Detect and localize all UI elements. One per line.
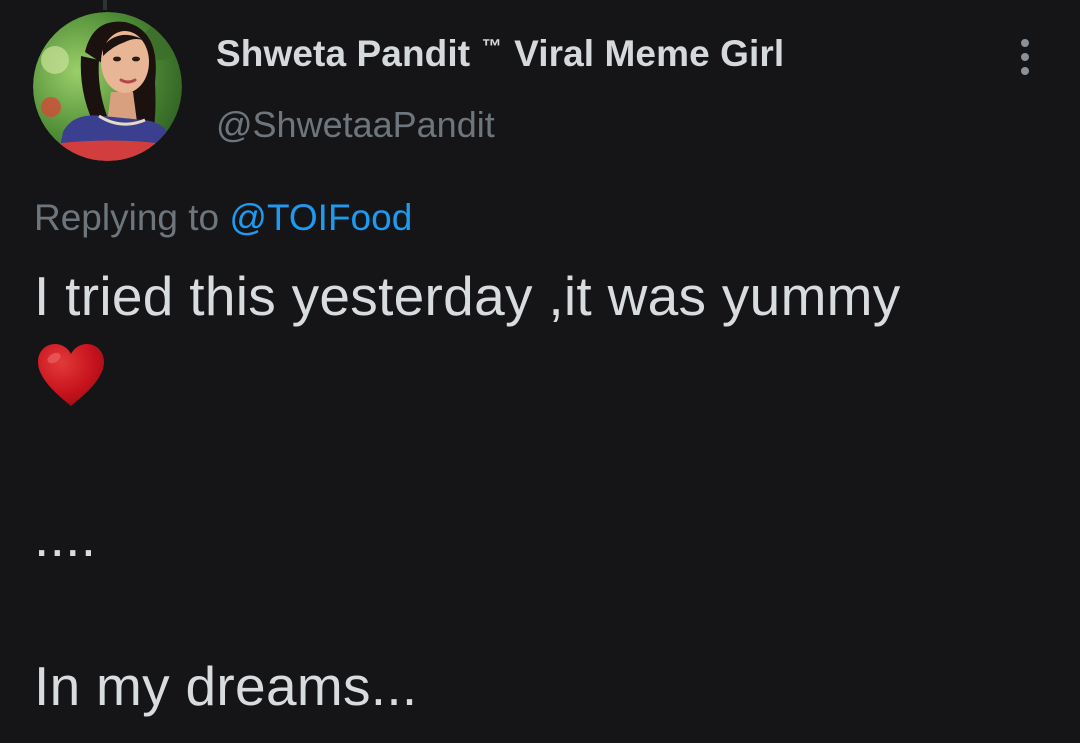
heart-emoji-icon bbox=[38, 344, 104, 406]
reply-prefix: Replying to bbox=[34, 197, 220, 238]
author-avatar[interactable] bbox=[33, 12, 182, 161]
tweet-text-line: I tried this yesterday ,it was yummy bbox=[34, 265, 901, 327]
author-handle[interactable]: @ShwetaaPandit bbox=[216, 104, 495, 146]
tweet-text-ellipsis: .... bbox=[34, 506, 97, 568]
display-name-first: Shweta Pandit bbox=[216, 33, 471, 74]
tweet-text-line: In my dreams... bbox=[34, 655, 418, 717]
tweet: Shweta Pandit ™ Viral Meme Girl @Shwetaa… bbox=[0, 0, 1080, 743]
reply-mention-link[interactable]: @TOIFood bbox=[229, 197, 412, 238]
reply-context: Replying to @TOIFood bbox=[34, 197, 412, 239]
display-name-suffix: Viral Meme Girl bbox=[514, 33, 785, 74]
thread-connector-line bbox=[103, 0, 107, 10]
more-options-button[interactable] bbox=[1010, 37, 1040, 77]
trademark-symbol: ™ bbox=[481, 36, 502, 58]
author-display-name[interactable]: Shweta Pandit ™ Viral Meme Girl bbox=[216, 33, 784, 75]
